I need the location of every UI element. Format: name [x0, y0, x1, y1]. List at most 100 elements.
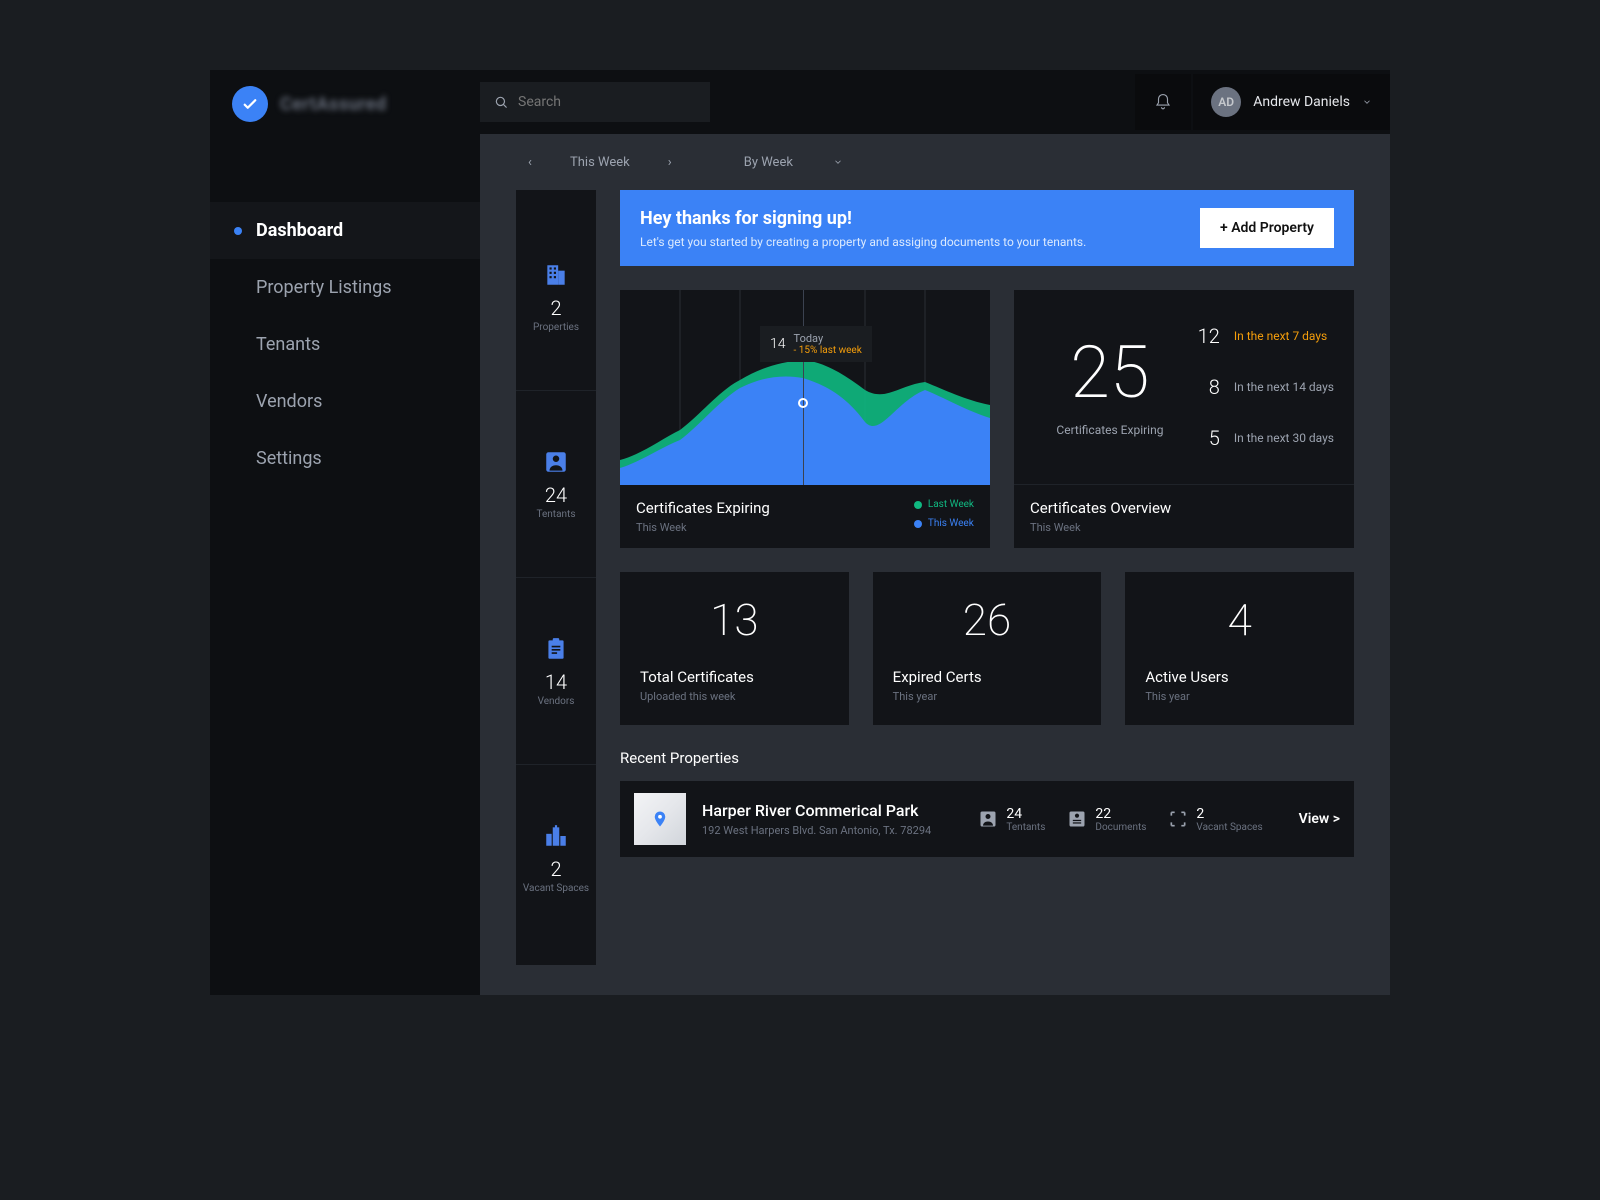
search-input[interactable]	[518, 94, 696, 110]
overview-big: 25 Certificates Expiring	[1034, 310, 1186, 464]
quickstat-value: 2	[550, 857, 561, 881]
nav-label: Property Listings	[256, 277, 392, 298]
vacancy-icon	[1168, 809, 1188, 829]
banner-subtitle: Let's get you started by creating a prop…	[640, 235, 1086, 249]
period-mode-select[interactable]: By Week	[744, 155, 843, 170]
quickstat-value: 14	[545, 670, 567, 694]
tooltip-label: Today	[794, 332, 862, 345]
nav-vendors[interactable]: Vendors	[210, 373, 480, 430]
nav-label: Tenants	[256, 334, 320, 355]
person-icon	[543, 449, 569, 475]
app-window: CertAssured Dashboard Property Listings …	[210, 70, 1390, 995]
chevron-down-icon	[1362, 97, 1372, 107]
prop-stat-label: Tentants	[1006, 822, 1045, 833]
overview-title: Certificates Overview	[1030, 499, 1338, 517]
quickstat-properties[interactable]: 2 Properties	[516, 204, 596, 390]
content-body: 2 Properties 24 Tentants 14 Vendors	[480, 190, 1390, 995]
prop-stat-label: Documents	[1095, 822, 1146, 833]
nav-property-listings[interactable]: Property Listings	[210, 259, 480, 316]
nav-tenants[interactable]: Tenants	[210, 316, 480, 373]
overview-big-label: Certificates Expiring	[1056, 423, 1163, 437]
stat-subtitle: Uploaded this week	[640, 690, 829, 703]
chart-area: 14 Today - 15% last week	[620, 290, 990, 485]
prop-stat-value: 24	[1006, 806, 1045, 822]
quickstat-tenants[interactable]: 24 Tentants	[516, 390, 596, 577]
quickstat-vacant[interactable]: 2 Vacant Spaces	[516, 764, 596, 951]
clipboard-icon	[543, 636, 569, 662]
period-mode-label: By Week	[744, 155, 793, 170]
legend-label: This Week	[928, 518, 974, 529]
search-box[interactable]	[480, 82, 710, 122]
nav-label: Vendors	[256, 391, 322, 412]
chart-footer: Certificates Expiring This Week Last Wee…	[620, 485, 990, 548]
overview-card: 25 Certificates Expiring 12 In the next 7…	[1014, 290, 1354, 548]
property-view-button[interactable]: View >	[1299, 811, 1340, 827]
prop-stat-value: 2	[1196, 806, 1262, 822]
area-chart	[620, 290, 990, 485]
search-icon	[494, 93, 508, 111]
filter-bar: ‹ This Week › By Week	[480, 134, 1390, 190]
overview-item-value: 12	[1196, 324, 1220, 348]
nav-active-dot	[234, 227, 242, 235]
prop-stat-value: 22	[1095, 806, 1146, 822]
quickstat-value: 2	[550, 296, 561, 320]
prop-stat-documents: 22Documents	[1067, 806, 1146, 833]
welcome-banner: Hey thanks for signing up! Let's get you…	[620, 190, 1354, 266]
chart-marker-dot	[798, 398, 808, 408]
user-name: Andrew Daniels	[1253, 94, 1350, 110]
add-property-button[interactable]: + Add Property	[1200, 208, 1334, 248]
legend-item-last-week: Last Week	[914, 499, 974, 510]
nav-settings[interactable]: Settings	[210, 430, 480, 487]
overview-item-7days: 12 In the next 7 days	[1196, 324, 1334, 348]
stat-subtitle: This year	[893, 690, 1082, 703]
chart-legend: Last Week This Week	[914, 499, 974, 529]
quickstat-vendors[interactable]: 14 Vendors	[516, 577, 596, 764]
notifications-button[interactable]	[1135, 74, 1191, 130]
next-period-button[interactable]: ›	[660, 155, 680, 170]
quickstat-label: Tentants	[537, 509, 576, 520]
property-address: 192 West Harpers Blvd. San Antonio, Tx. …	[702, 824, 962, 837]
quickstat-label: Properties	[533, 322, 579, 333]
quick-stats-column: 2 Properties 24 Tentants 14 Vendors	[516, 190, 596, 965]
prev-period-button[interactable]: ‹	[520, 155, 540, 170]
tooltip-delta: - 15% last week	[794, 345, 862, 356]
quickstat-label: Vacant Spaces	[523, 883, 589, 894]
overview-item-value: 8	[1196, 375, 1220, 399]
recent-properties: Recent Properties Harper River Commerica…	[620, 749, 1354, 857]
banner-title: Hey thanks for signing up!	[640, 208, 1086, 229]
current-period: This Week	[570, 155, 630, 170]
stat-total-certificates: 13 Total Certificates Uploaded this week	[620, 572, 849, 725]
property-stats: 24Tentants 22Documents 2Vacant Spaces	[978, 806, 1262, 833]
quickstat-value: 24	[545, 483, 567, 507]
overview-item-value: 5	[1196, 426, 1220, 450]
overview-item-label: In the next 30 days	[1234, 431, 1334, 445]
prop-stat-vacant: 2Vacant Spaces	[1168, 806, 1262, 833]
bell-icon	[1154, 93, 1172, 111]
stat-title: Total Certificates	[640, 668, 829, 686]
overview-item-label: In the next 7 days	[1234, 329, 1327, 343]
overview-item-label: In the next 14 days	[1234, 380, 1334, 394]
avatar: AD	[1211, 87, 1241, 117]
overview-subtitle: This Week	[1030, 521, 1338, 534]
document-icon	[1067, 809, 1087, 829]
recent-title: Recent Properties	[620, 749, 1354, 767]
overview-big-value: 25	[1070, 337, 1149, 409]
topbar: AD Andrew Daniels	[480, 70, 1390, 134]
dashboard-right-column: Hey thanks for signing up! Let's get you…	[620, 190, 1354, 965]
nav-label: Settings	[256, 448, 322, 469]
stat-subtitle: This year	[1145, 690, 1334, 703]
overview-breakdown: 12 In the next 7 days 8 In the next 14 day…	[1186, 310, 1334, 464]
user-menu[interactable]: AD Andrew Daniels	[1193, 74, 1390, 130]
chart-title: Certificates Expiring	[636, 499, 770, 517]
main: AD Andrew Daniels ‹ This Week › By Week	[480, 70, 1390, 995]
chart-tooltip: 14 Today - 15% last week	[760, 326, 872, 362]
legend-label: Last Week	[928, 499, 974, 510]
city-icon	[543, 823, 569, 849]
stat-expired-certs: 26 Expired Certs This year	[873, 572, 1102, 725]
sidebar: CertAssured Dashboard Property Listings …	[210, 70, 480, 995]
nav-dashboard[interactable]: Dashboard	[210, 202, 480, 259]
chart-subtitle: This Week	[636, 521, 770, 534]
stat-value: 13	[640, 594, 829, 646]
prop-stat-tenants: 24Tentants	[978, 806, 1045, 833]
brand-logo-icon	[232, 86, 268, 122]
